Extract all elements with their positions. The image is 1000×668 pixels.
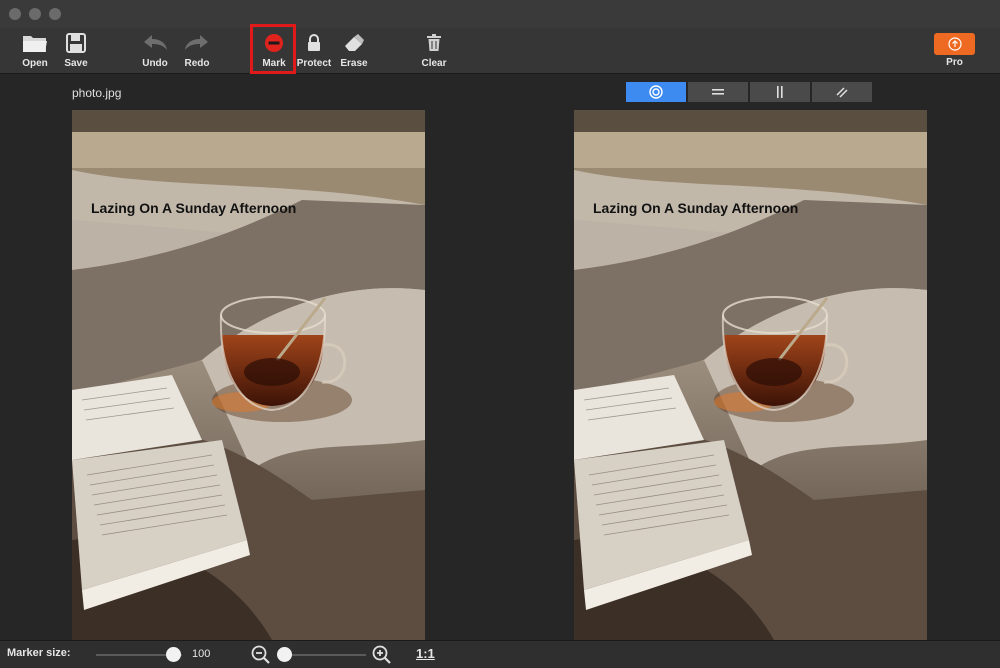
trash-icon [426,31,442,55]
vertical-split-icon [777,86,783,98]
view-mode-diagonal[interactable] [812,82,872,102]
zoom-out-icon[interactable] [251,645,271,665]
eraser-icon [343,31,365,55]
original-image-canvas[interactable]: Lazing On A Sunday Afternoon [72,110,425,640]
redo-icon [184,31,210,55]
redo-button[interactable]: Redo [182,31,212,71]
view-mode-selector [626,82,872,102]
zoom-slider-knob[interactable] [277,647,293,662]
target-icon [649,85,663,99]
protect-button[interactable]: Protect [296,31,332,71]
overlay-text-preview: Lazing On A Sunday Afternoon [593,200,799,216]
view-mode-vertical[interactable] [750,82,810,102]
save-button[interactable]: Save [62,31,90,71]
pro-label: Pro [946,57,963,68]
erase-button[interactable]: Erase [338,31,370,71]
actual-size-button[interactable]: 1:1 [416,646,435,661]
undo-button[interactable]: Undo [140,31,170,71]
zoom-slider[interactable] [280,654,366,656]
horizontal-split-icon [712,89,724,95]
diagonal-split-icon [836,87,848,98]
zoom-window-button[interactable] [49,8,61,20]
open-button[interactable]: Open [20,31,50,71]
preview-image-canvas[interactable]: Lazing On A Sunday Afternoon [574,110,927,640]
close-window-button[interactable] [9,8,21,20]
file-name: photo.jpg [72,86,122,100]
zoom-in-icon[interactable] [372,645,392,665]
upgrade-arrow-icon [947,37,962,51]
photo-illustration-preview [574,110,927,640]
pro-button[interactable] [934,33,975,55]
undo-icon [142,31,168,55]
mark-selection-highlight [250,24,296,74]
marker-size-label: Marker size: [7,647,71,659]
title-bar [0,0,1000,28]
view-mode-horizontal[interactable] [688,82,748,102]
overlay-text-original: Lazing On A Sunday Afternoon [91,200,297,216]
view-mode-target[interactable] [626,82,686,102]
marker-size-slider-knob[interactable] [166,647,182,662]
folder-icon [22,31,48,55]
save-icon [66,31,86,55]
app-window: Open Save Undo Redo Mark Protect Erase C… [0,0,1000,668]
lock-icon [306,31,322,55]
photo-illustration [72,110,425,640]
bottom-bar: Marker size: 100 1:1 [0,640,1000,668]
marker-size-value: 100 [192,648,211,660]
minimize-window-button[interactable] [29,8,41,20]
clear-button[interactable]: Clear [420,31,448,71]
toolbar: Open Save Undo Redo Mark Protect Erase C… [0,28,1000,74]
